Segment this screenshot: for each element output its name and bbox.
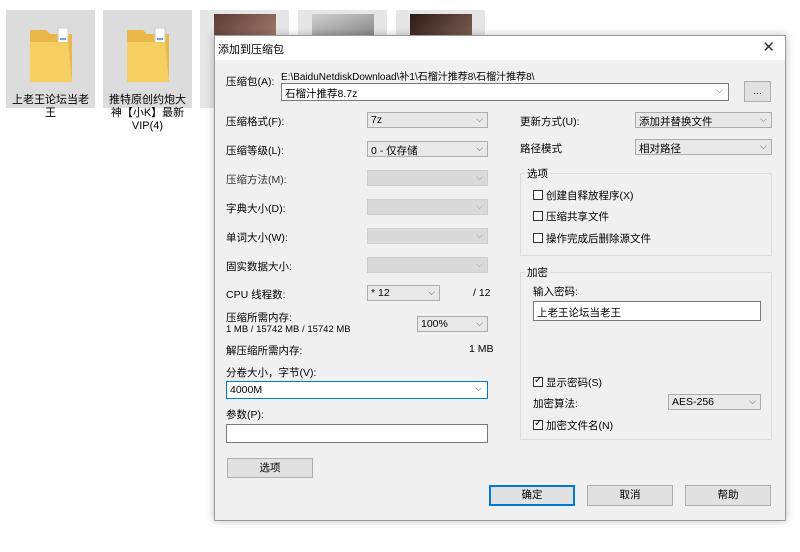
chevron-down-icon: ⌵ — [476, 172, 483, 182]
chevron-down-icon: ⌵ — [760, 114, 767, 124]
archive-name-field[interactable]: 石榴汁推荐8.7z ⌵ — [281, 83, 729, 101]
chevron-down-icon: ⌵ — [476, 318, 483, 328]
show-password-checkbox[interactable]: ✓ — [533, 375, 543, 387]
show-password-label[interactable]: 显示密码(S) — [546, 375, 602, 390]
cpu-value: * 12 — [371, 287, 390, 299]
desktop-folder-1[interactable]: 上老王论坛当老王 — [6, 10, 95, 119]
volume-field[interactable]: 4000M ⌵ — [226, 381, 488, 399]
cpu-label: CPU 线程数: — [226, 289, 286, 301]
encryption-group-title: 加密 — [525, 265, 550, 280]
options-button[interactable]: 选项 — [227, 458, 313, 478]
path-mode-select[interactable]: 相对路径 ⌵ — [635, 139, 772, 155]
chevron-down-icon: ⌵ — [476, 259, 483, 269]
update-select[interactable]: 添加并替换文件 ⌵ — [635, 112, 772, 128]
chevron-down-icon: ⌵ — [428, 287, 435, 297]
title-bar: 添加到压缩包 ✕ — [215, 36, 785, 60]
password-field[interactable]: 上老王论坛当老王 — [533, 301, 761, 321]
solid-select: ⌵ — [367, 257, 488, 273]
mem-percent-value: 100% — [421, 318, 448, 330]
chevron-down-icon: ⌵ — [476, 143, 483, 153]
help-button[interactable]: 帮助 — [685, 485, 771, 506]
chevron-down-icon: ⌵ — [476, 114, 483, 124]
check-icon: ✓ — [534, 418, 543, 429]
encrypt-names-checkbox[interactable]: ✓ — [533, 418, 543, 430]
chevron-down-icon[interactable]: ⌵ — [716, 85, 723, 96]
ok-button[interactable]: 确定 — [489, 485, 575, 506]
encryption-method-label: 加密算法: — [533, 398, 578, 410]
password-label: 输入密码: — [533, 286, 578, 298]
dict-select: ⌵ — [367, 199, 488, 215]
word-label: 单词大小(W): — [226, 232, 288, 244]
sfx-checkbox[interactable] — [533, 190, 543, 200]
shared-label[interactable]: 压缩共享文件 — [546, 209, 609, 224]
close-icon[interactable]: ✕ — [762, 38, 775, 56]
dict-label: 字典大小(D): — [226, 203, 286, 215]
desktop-folder-label: 推特原创约炮大神【小K】最新VIP(4) — [109, 94, 186, 132]
method-select: ⌵ — [367, 170, 488, 186]
delete-checkbox[interactable] — [533, 233, 543, 243]
format-label: 压缩格式(F): — [226, 116, 285, 128]
mem-comp-label: 压缩所需内存: — [226, 312, 292, 324]
word-select: ⌵ — [367, 228, 488, 244]
volume-label: 分卷大小，字节(V): — [226, 367, 317, 379]
archive-name-value: 石榴汁推荐8.7z — [285, 88, 358, 100]
chevron-down-icon: ⌵ — [476, 201, 483, 211]
encrypt-names-label[interactable]: 加密文件名(N) — [546, 418, 613, 433]
archive-path: E:\BaiduNetdiskDownload\补1\石榴汁推荐8\石榴汁推荐8… — [281, 72, 535, 83]
path-mode-value: 相对路径 — [639, 143, 681, 155]
cpu-select[interactable]: * 12 ⌵ — [367, 285, 440, 301]
archive-label: 压缩包(A): — [226, 76, 275, 88]
mem-decomp-value: 1 MB — [469, 343, 494, 355]
encryption-method-value: AES-256 — [672, 396, 715, 408]
method-label: 压缩方法(M): — [226, 174, 287, 186]
cpu-total: / 12 — [473, 287, 491, 299]
path-mode-label: 路径模式 — [520, 143, 562, 155]
options-group-title: 选项 — [525, 166, 550, 181]
level-select[interactable]: 0 - 仅存储 ⌵ — [367, 141, 488, 157]
update-label: 更新方式(U): — [520, 116, 580, 128]
dialog-title: 添加到压缩包 — [218, 44, 284, 56]
sfx-label[interactable]: 创建自释放程序(X) — [546, 188, 634, 203]
chevron-down-icon: ⌵ — [760, 141, 767, 151]
folder-icon — [30, 27, 72, 82]
browse-button[interactable]: ... — [744, 81, 771, 102]
volume-value: 4000M — [230, 384, 263, 396]
update-value: 添加并替换文件 — [639, 116, 713, 128]
mem-comp-detail: 1 MB / 15742 MB / 15742 MB — [226, 324, 351, 335]
shared-checkbox[interactable] — [533, 211, 543, 221]
level-label: 压缩等级(L): — [226, 145, 284, 157]
chevron-down-icon[interactable]: ⌵ — [475, 383, 482, 394]
cancel-button[interactable]: 取消 — [587, 485, 673, 506]
format-value: 7z — [371, 114, 383, 126]
desktop-folder-2[interactable]: 推特原创约炮大神【小K】最新VIP(4) — [103, 10, 192, 132]
mem-percent-select[interactable]: 100% ⌵ — [417, 316, 488, 332]
format-select[interactable]: 7z ⌵ — [367, 112, 488, 128]
mem-decomp-label: 解压缩所需内存: — [226, 345, 303, 357]
params-field[interactable] — [226, 424, 488, 443]
desktop-folder-label: 上老王论坛当老王 — [12, 94, 89, 119]
encryption-method-select[interactable]: AES-256 ⌵ — [668, 394, 761, 410]
chevron-down-icon: ⌵ — [749, 396, 756, 406]
delete-label[interactable]: 操作完成后删除源文件 — [546, 231, 651, 246]
params-label: 参数(P): — [226, 409, 264, 421]
folder-icon — [127, 27, 169, 82]
password-value: 上老王论坛当老王 — [537, 307, 621, 319]
solid-label: 固实数据大小: — [226, 261, 292, 273]
chevron-down-icon: ⌵ — [476, 230, 483, 240]
add-to-archive-dialog: 添加到压缩包 ✕ 压缩包(A): E:\BaiduNetdiskDownload… — [214, 35, 786, 521]
level-value: 0 - 仅存储 — [371, 145, 418, 157]
check-icon: ✓ — [534, 375, 543, 386]
